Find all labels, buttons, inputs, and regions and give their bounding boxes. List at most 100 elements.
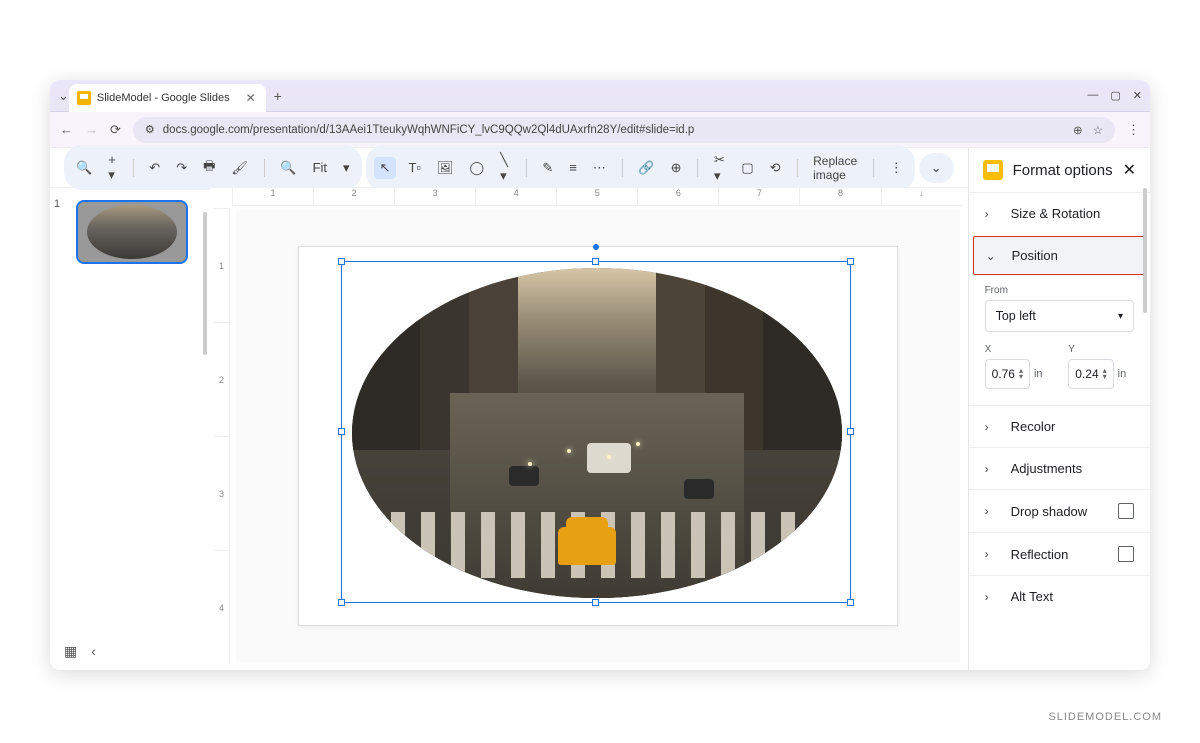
section-alt-text[interactable]: › Alt Text bbox=[969, 575, 1150, 617]
new-tab-button[interactable]: + bbox=[274, 88, 282, 104]
paint-format-icon[interactable]: 🖌 bbox=[227, 157, 252, 179]
y-stepper[interactable]: ▴▾ bbox=[1103, 368, 1107, 380]
image-icon[interactable]: 🖼 bbox=[433, 157, 458, 179]
handle-tl[interactable] bbox=[338, 258, 345, 265]
bookmark-icon[interactable]: ☆ bbox=[1093, 123, 1103, 137]
zoom-icon[interactable]: 🔍 bbox=[276, 157, 300, 179]
chevron-down-icon: ⌄ bbox=[986, 249, 1000, 263]
section-recolor[interactable]: › Recolor bbox=[969, 405, 1150, 447]
forward-icon[interactable]: → bbox=[85, 122, 98, 137]
watermark: SLIDEMODEL.COM bbox=[1048, 711, 1162, 723]
zoom-label[interactable]: Fit bbox=[309, 157, 331, 178]
browser-menu-icon[interactable]: ⋮ bbox=[1127, 122, 1140, 138]
toolbar-group-mid: ↖ T▫ 🖼 ◯ ╲ ▾ ✎ ≡ ⋯ 🔗 ⊕ ✂ ▾ ▢ ⟲ bbox=[366, 145, 915, 191]
reload-icon[interactable]: ⟳ bbox=[110, 122, 121, 138]
section-position[interactable]: ⌄ Position bbox=[973, 236, 1146, 275]
print-icon[interactable]: 🖶 bbox=[199, 154, 219, 182]
prev-slide-icon[interactable]: ‹ bbox=[91, 643, 96, 660]
rotate-handle[interactable] bbox=[593, 244, 599, 250]
thumbs-scrollbar[interactable] bbox=[203, 212, 207, 660]
handle-tr[interactable] bbox=[847, 258, 854, 265]
x-unit: in bbox=[1034, 368, 1043, 380]
section-adjustments[interactable]: › Adjustments bbox=[969, 447, 1150, 489]
slides-toolbar: 🔍 + ▾ ↶ ↷ 🖶 🖌 🔍 Fit ▾ ↖ T▫ 🖼 ◯ bbox=[50, 148, 968, 188]
from-dropdown[interactable]: Top left ▾ bbox=[985, 300, 1134, 332]
panel-header: Format options ✕ bbox=[969, 148, 1150, 192]
more-icon[interactable]: ⋮ bbox=[886, 157, 907, 179]
reflection-checkbox[interactable] bbox=[1118, 546, 1134, 562]
border-dash-icon[interactable]: ⋯ bbox=[589, 157, 610, 179]
canvas[interactable] bbox=[236, 210, 960, 662]
maximize-icon[interactable]: ▢ bbox=[1110, 89, 1120, 102]
tab-dropdown-icon[interactable]: ⌄ bbox=[58, 88, 69, 104]
section-drop-shadow[interactable]: › Drop shadow bbox=[969, 489, 1150, 532]
x-label: X bbox=[985, 344, 1051, 355]
site-info-icon[interactable]: ⚙ bbox=[145, 123, 155, 136]
city-photo-icon bbox=[352, 268, 842, 598]
shape-icon[interactable]: ◯ bbox=[466, 157, 489, 179]
ruler-horizontal: 12345678↓ bbox=[232, 188, 962, 206]
handle-br[interactable] bbox=[847, 599, 854, 606]
toolbar-group-left: 🔍 + ▾ ↶ ↷ 🖶 🖌 🔍 Fit ▾ bbox=[64, 145, 362, 190]
slide-1[interactable] bbox=[298, 246, 898, 626]
drop-shadow-checkbox[interactable] bbox=[1118, 503, 1134, 519]
crop-icon[interactable]: ✂ ▾ bbox=[710, 149, 729, 187]
comment-icon[interactable]: ⊕ bbox=[667, 157, 686, 179]
section-size-rotation[interactable]: › Size & Rotation bbox=[969, 192, 1150, 234]
close-window-icon[interactable]: ✕ bbox=[1133, 89, 1142, 102]
ruler-vertical: 1234 bbox=[214, 208, 230, 664]
y-label: Y bbox=[1068, 344, 1134, 355]
slides-favicon-icon bbox=[77, 91, 91, 105]
link-icon[interactable]: 🔗 bbox=[634, 157, 658, 179]
slide-editor: 12345678↓ 1234 bbox=[210, 188, 968, 670]
from-label: From bbox=[985, 285, 1134, 296]
border-color-icon[interactable]: ✎ bbox=[538, 157, 557, 179]
line-icon[interactable]: ╲ ▾ bbox=[496, 149, 514, 187]
url-field[interactable]: ⚙ docs.google.com/presentation/d/13AAei1… bbox=[133, 117, 1115, 143]
format-options-icon bbox=[983, 160, 1003, 180]
undo-icon[interactable]: ↶ bbox=[145, 157, 164, 179]
app-window: ⌄ SlideModel - Google Slides ✕ + — ▢ ✕ ←… bbox=[50, 80, 1150, 670]
zoom-dropdown-icon[interactable]: ▾ bbox=[339, 157, 354, 179]
zoom-indicator-icon[interactable]: ⊕ bbox=[1073, 123, 1083, 137]
close-tab-icon[interactable]: ✕ bbox=[246, 91, 256, 105]
handle-l[interactable] bbox=[338, 428, 345, 435]
adjustments-label: Adjustments bbox=[1011, 461, 1083, 476]
minimize-icon[interactable]: — bbox=[1087, 89, 1098, 102]
editor-area: 🔍 + ▾ ↶ ↷ 🖶 🖌 🔍 Fit ▾ ↖ T▫ 🖼 ◯ bbox=[50, 148, 968, 670]
handle-r[interactable] bbox=[847, 428, 854, 435]
size-rotation-label: Size & Rotation bbox=[1011, 206, 1101, 221]
reset-image-icon[interactable]: ⟲ bbox=[766, 157, 785, 179]
app-main: 🔍 + ▾ ↶ ↷ 🖶 🖌 🔍 Fit ▾ ↖ T▫ 🖼 ◯ bbox=[50, 148, 1150, 670]
border-weight-icon[interactable]: ≡ bbox=[565, 157, 581, 178]
handle-t[interactable] bbox=[592, 258, 599, 265]
search-menus-icon[interactable]: 🔍 bbox=[72, 157, 96, 179]
section-reflection[interactable]: › Reflection bbox=[969, 532, 1150, 575]
close-panel-icon[interactable]: ✕ bbox=[1123, 160, 1136, 180]
collapse-toolbar-icon[interactable]: ⌄ bbox=[927, 157, 946, 179]
back-icon[interactable]: ← bbox=[60, 122, 73, 137]
replace-image-button[interactable]: Replace image bbox=[809, 151, 861, 185]
chevron-right-icon: › bbox=[985, 462, 999, 476]
slide-thumb-1[interactable] bbox=[76, 200, 188, 264]
y-value: 0.24 bbox=[1075, 367, 1098, 381]
new-slide-icon[interactable]: + ▾ bbox=[104, 149, 121, 186]
x-input[interactable]: 0.76 ▴▾ bbox=[985, 359, 1030, 389]
textbox-icon[interactable]: T▫ bbox=[404, 157, 425, 178]
masked-image[interactable] bbox=[352, 268, 842, 598]
select-tool-icon[interactable]: ↖ bbox=[374, 157, 397, 179]
browser-tab[interactable]: SlideModel - Google Slides ✕ bbox=[69, 84, 266, 112]
handle-bl[interactable] bbox=[338, 599, 345, 606]
x-stepper[interactable]: ▴▾ bbox=[1019, 368, 1023, 380]
grid-view-icon[interactable]: ▦ bbox=[64, 643, 77, 660]
y-input[interactable]: 0.24 ▴▾ bbox=[1068, 359, 1113, 389]
mask-icon[interactable]: ▢ bbox=[737, 157, 757, 179]
panel-scrollbar[interactable] bbox=[1143, 188, 1147, 501]
redo-icon[interactable]: ↷ bbox=[172, 157, 191, 179]
toolbar-group-right: ⌄ bbox=[919, 153, 954, 183]
selection-box[interactable] bbox=[341, 261, 851, 603]
handle-b[interactable] bbox=[592, 599, 599, 606]
window-controls: — ▢ ✕ bbox=[1087, 89, 1142, 102]
chevron-right-icon: › bbox=[985, 504, 999, 518]
thumb-number: 1 bbox=[54, 198, 60, 210]
